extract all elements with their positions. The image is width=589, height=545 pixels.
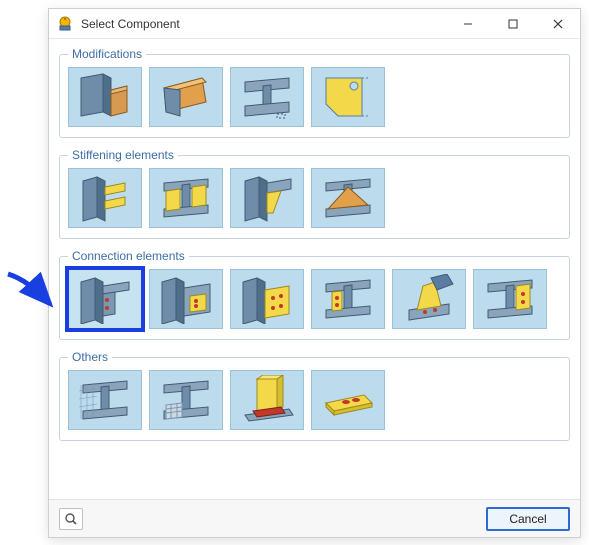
tile-row — [68, 67, 561, 127]
component-tile[interactable] — [149, 370, 223, 430]
component-tile[interactable] — [230, 67, 304, 127]
component-tile[interactable] — [311, 67, 385, 127]
component-tile[interactable] — [149, 269, 223, 329]
component-tile-selected[interactable] — [68, 269, 142, 329]
group-modifications: Modifications — [59, 47, 570, 138]
group-label: Connection elements — [68, 249, 189, 263]
cancel-label: Cancel — [509, 512, 546, 526]
component-tile[interactable] — [68, 370, 142, 430]
component-tile[interactable] — [392, 269, 466, 329]
group-stiffening: Stiffening elements — [59, 148, 570, 239]
window-title: Select Component — [81, 17, 445, 31]
component-tile[interactable] — [230, 269, 304, 329]
tile-row — [68, 168, 561, 228]
maximize-button[interactable] — [490, 9, 535, 38]
cancel-button[interactable]: Cancel — [486, 507, 570, 531]
help-button[interactable] — [59, 508, 83, 530]
component-tile[interactable] — [230, 168, 304, 228]
group-label: Others — [68, 350, 112, 364]
dialog-content: Modifications — [49, 39, 580, 441]
component-tile[interactable] — [311, 168, 385, 228]
component-tile[interactable] — [68, 67, 142, 127]
tile-row — [68, 370, 561, 430]
window-controls — [445, 9, 580, 38]
component-tile[interactable] — [149, 67, 223, 127]
group-others: Others — [59, 350, 570, 441]
component-tile[interactable] — [68, 168, 142, 228]
app-icon — [57, 16, 73, 32]
group-label: Stiffening elements — [68, 148, 178, 162]
component-tile[interactable] — [149, 168, 223, 228]
component-tile[interactable] — [311, 269, 385, 329]
annotation-arrow-icon — [4, 270, 56, 310]
component-tile[interactable] — [311, 370, 385, 430]
component-tile[interactable] — [473, 269, 547, 329]
minimize-button[interactable] — [445, 9, 490, 38]
tile-row — [68, 269, 561, 329]
group-label: Modifications — [68, 47, 146, 61]
select-component-dialog: Select Component Modifications — [48, 8, 581, 538]
group-connection: Connection elements — [59, 249, 570, 340]
component-tile[interactable] — [230, 370, 304, 430]
close-button[interactable] — [535, 9, 580, 38]
titlebar: Select Component — [49, 9, 580, 39]
dialog-footer: Cancel — [49, 499, 580, 537]
